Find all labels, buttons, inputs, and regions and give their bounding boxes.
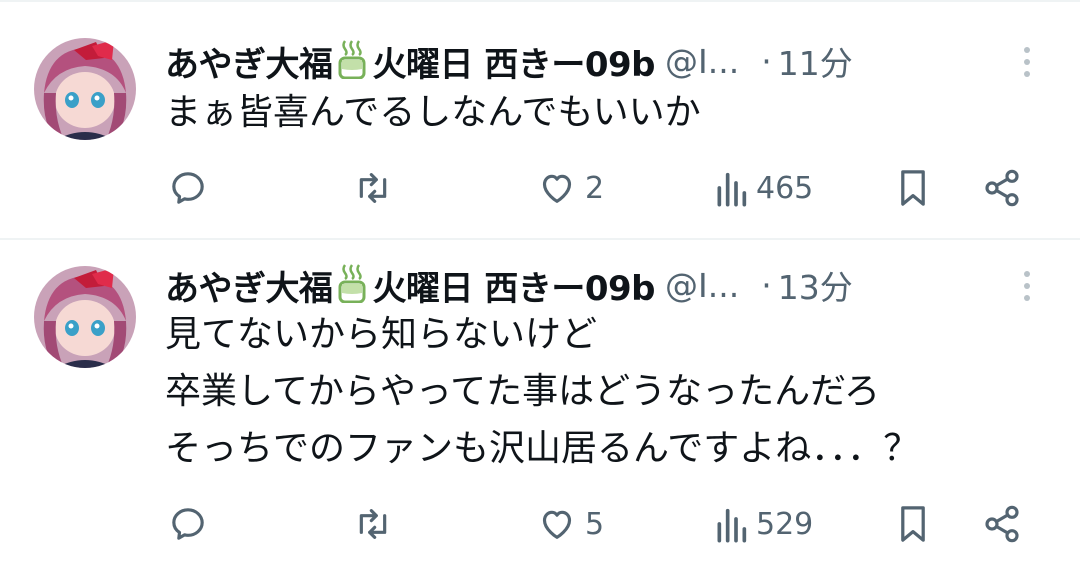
timestamp[interactable]: 11分: [778, 37, 853, 85]
bookmark-button[interactable]: [896, 164, 930, 212]
tweet-text-line: 卒業してからやってた事はどうなったんだろ: [165, 371, 880, 412]
action-bar: 5 529: [0, 500, 1080, 548]
retweet-icon: [352, 504, 394, 544]
hot-beverage-emoji-icon: [337, 39, 367, 83]
display-name-suffix: 火曜日 西きー09b: [372, 268, 656, 309]
tweet-text-line: まぁ皆喜んでるしなんでもいいか: [165, 92, 701, 133]
top-divider: [0, 0, 1080, 2]
more-icon[interactable]: [1017, 44, 1037, 80]
display-name[interactable]: あやぎ大福: [165, 37, 333, 86]
share-button[interactable]: [982, 164, 1022, 212]
bookmark-icon: [896, 167, 930, 209]
bookmark-button[interactable]: [896, 500, 930, 548]
tweet-divider: [0, 238, 1080, 240]
tweet-header: あやぎ大福 火曜日 西きー09b @I... · 13分: [165, 261, 853, 310]
tweet-text-line: そっちでのファンも沢山居るんですよね．．．？: [165, 428, 920, 469]
share-button[interactable]: [982, 500, 1022, 548]
bookmark-icon: [896, 503, 930, 545]
separator-dot: ·: [761, 265, 772, 305]
view-count: 529: [756, 506, 814, 542]
avatar[interactable]: [34, 266, 136, 368]
retweet-icon: [352, 168, 394, 208]
avatar[interactable]: [34, 38, 136, 140]
like-icon: [537, 168, 577, 208]
action-bar: 2 465: [0, 164, 1080, 212]
tweet-text: まぁ皆喜んでるしなんでもいいか: [165, 84, 701, 141]
retweet-button[interactable]: [352, 500, 402, 548]
hot-beverage-emoji-icon: [337, 263, 367, 307]
retweet-button[interactable]: [352, 164, 402, 212]
views-button[interactable]: 529: [714, 500, 813, 548]
like-button[interactable]: 5: [537, 500, 604, 548]
views-button[interactable]: 465: [714, 164, 813, 212]
user-handle[interactable]: @I...: [665, 266, 739, 305]
tweet-text: 見てないから知らないけど 卒業してからやってた事はどうなったんだろ そっちでのフ…: [165, 306, 919, 477]
views-icon: [714, 504, 748, 544]
reply-icon: [168, 168, 208, 208]
timestamp[interactable]: 13分: [778, 261, 853, 309]
display-name[interactable]: あやぎ大福: [165, 261, 333, 310]
more-icon[interactable]: [1017, 268, 1037, 304]
user-handle[interactable]: @I...: [665, 42, 739, 81]
share-icon: [982, 168, 1022, 208]
share-icon: [982, 504, 1022, 544]
tweet-text-line: 見てないから知らないけど: [165, 314, 598, 355]
view-count: 465: [756, 170, 814, 206]
separator-dot: ·: [761, 41, 772, 81]
tweet-2[interactable]: あやぎ大福 火曜日 西きー09b @I... · 13分 見てないから知らないけ…: [0, 262, 1080, 562]
reply-button[interactable]: [168, 164, 216, 212]
views-icon: [714, 168, 748, 208]
like-button[interactable]: 2: [537, 164, 604, 212]
reply-button[interactable]: [168, 500, 216, 548]
tweet-header: あやぎ大福 火曜日 西きー09b @I... · 11分: [165, 37, 853, 86]
tweet-1[interactable]: あやぎ大福 火曜日 西きー09b @I... · 11分 まぁ皆喜んでるしなんで…: [0, 38, 1080, 238]
like-icon: [537, 504, 577, 544]
like-count: 5: [585, 506, 605, 542]
display-name-suffix: 火曜日 西きー09b: [372, 44, 656, 85]
like-count: 2: [585, 170, 605, 206]
reply-icon: [168, 504, 208, 544]
